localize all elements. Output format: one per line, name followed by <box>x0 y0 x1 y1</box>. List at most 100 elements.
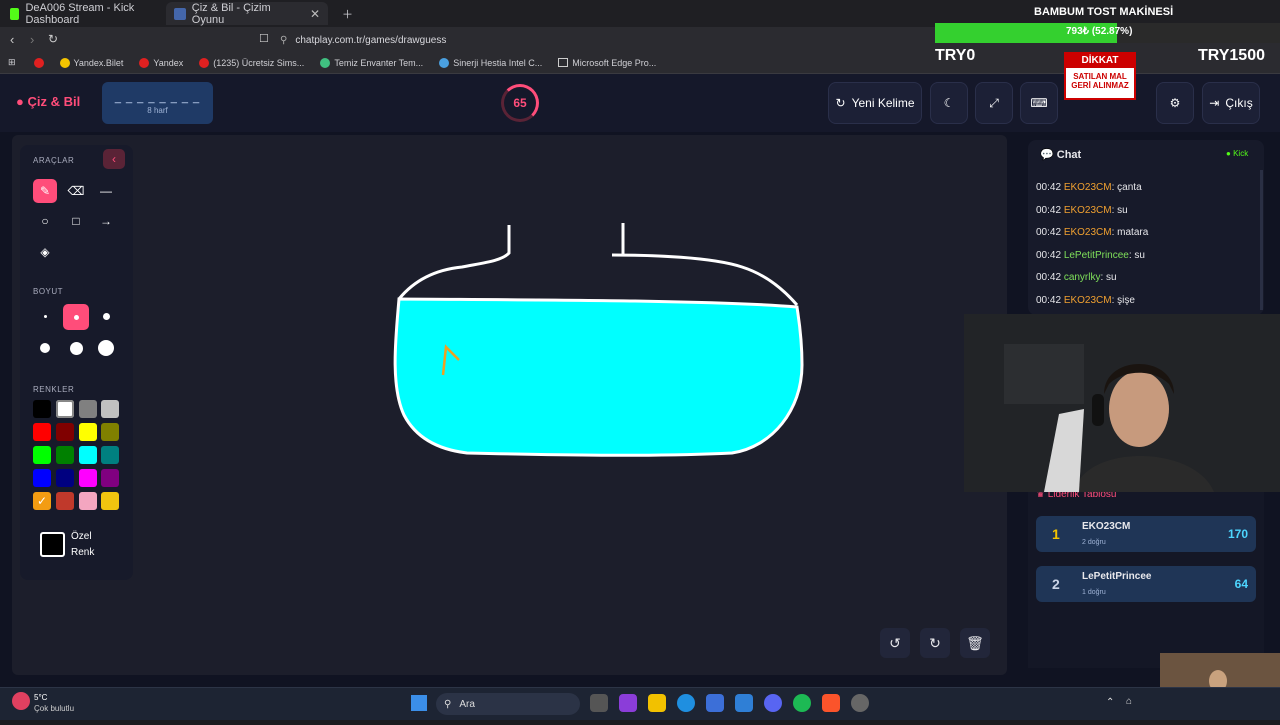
color-swatch[interactable] <box>101 492 119 510</box>
chat-user[interactable]: EKO23CM <box>1064 205 1112 216</box>
arrow-tool[interactable]: → <box>94 209 118 233</box>
close-tab-icon[interactable]: ✕ <box>310 7 320 21</box>
line-tool[interactable]: — <box>94 179 118 203</box>
tab-draw-game[interactable]: Çiz & Bil - Çizim Oyunu ✕ <box>166 2 328 26</box>
chat-scrollbar[interactable] <box>1260 170 1263 310</box>
discord-icon[interactable] <box>764 694 782 712</box>
dot-icon <box>40 343 50 353</box>
drawing-left-handle <box>397 225 511 300</box>
back-icon[interactable]: ‹ <box>10 32 14 47</box>
clear-button[interactable]: 🗑 <box>960 628 990 658</box>
color-swatch[interactable] <box>33 469 51 487</box>
chat-text: : su <box>1128 249 1145 261</box>
undo-button[interactable]: ↺ <box>880 628 910 658</box>
taskbar-search[interactable]: ⚲ Ara <box>436 693 580 715</box>
size-5[interactable] <box>64 336 88 360</box>
custom-color-swatch[interactable] <box>40 532 65 557</box>
color-swatch[interactable] <box>56 400 74 418</box>
color-swatch[interactable] <box>101 400 119 418</box>
exit-button[interactable]: ⇥ Çıkış <box>1202 82 1260 124</box>
new-tab-button[interactable]: ＋ <box>334 2 361 25</box>
copilot-icon[interactable] <box>619 694 637 712</box>
color-swatch[interactable] <box>56 492 74 510</box>
color-swatch[interactable] <box>56 423 74 441</box>
chat-user[interactable]: EKO23CM <box>1064 295 1112 306</box>
chat-user[interactable]: canyrlky <box>1064 272 1101 283</box>
rectangle-tool[interactable]: □ <box>64 209 88 233</box>
size-4[interactable] <box>33 336 57 360</box>
brush-tool[interactable]: ✎ <box>33 179 57 203</box>
task-view-icon[interactable] <box>590 694 608 712</box>
mail-icon[interactable] <box>735 694 753 712</box>
bookmark-edge[interactable]: Microsoft Edge Pro... <box>558 58 656 68</box>
drawing-canvas[interactable] <box>12 135 1007 675</box>
color-swatch[interactable] <box>79 469 97 487</box>
bookmark-icon[interactable]: ☐ <box>259 32 269 45</box>
chat-message: 00:42 EKO23CM: matara <box>1036 227 1148 238</box>
undo-icon: ↺ <box>889 634 901 651</box>
size-3[interactable] <box>94 304 118 328</box>
bookmark-yandex-bilet[interactable]: Yandex.Bilet <box>59 57 123 68</box>
keyboard-icon: ⌨ <box>1030 96 1048 110</box>
folder-icon <box>558 58 569 67</box>
redo-button[interactable]: ↻ <box>920 628 950 658</box>
color-swatch[interactable] <box>33 446 51 464</box>
weather-temp: 5°C <box>34 693 48 702</box>
keyboard-button[interactable]: ⌨ <box>1020 82 1058 124</box>
bookmark-sinerji[interactable]: Sinerji Hestia Intel C... <box>439 57 542 68</box>
new-word-button[interactable]: ↻ Yeni Kelime <box>828 82 922 124</box>
collapse-button[interactable]: ‹ <box>103 149 125 169</box>
url-field[interactable]: ⚲ chatplay.com.tr/games/drawguess <box>280 30 940 50</box>
circle-tool[interactable]: ○ <box>33 209 57 233</box>
bookmark-sims[interactable]: (1235) Ücretsiz Sims... <box>199 57 304 68</box>
settings-button[interactable]: ⚙ <box>1156 82 1194 124</box>
reload-icon[interactable]: ↻ <box>48 32 58 46</box>
goal-min: TRY0 <box>935 47 976 64</box>
apps-icon[interactable]: ⊞ <box>8 57 16 68</box>
chat-user[interactable]: EKO23CM <box>1064 227 1112 238</box>
color-swatch[interactable] <box>56 446 74 464</box>
tray-chevron-icon[interactable]: ⌃ <box>1106 697 1114 708</box>
color-swatch[interactable] <box>101 469 119 487</box>
store-icon[interactable] <box>706 694 724 712</box>
bookmark-youtube[interactable] <box>33 57 44 68</box>
color-swatch[interactable]: ✓ <box>33 492 51 510</box>
eraser-tool[interactable]: ⌫ <box>64 179 88 203</box>
tab-kick-dashboard[interactable]: DeA006 Stream - Kick Dashboard <box>2 2 164 26</box>
color-swatch[interactable] <box>79 492 97 510</box>
windows-start-icon[interactable] <box>411 695 427 711</box>
size-6[interactable] <box>94 336 118 360</box>
obs-icon[interactable] <box>851 694 869 712</box>
edge-icon[interactable] <box>677 694 695 712</box>
color-swatch[interactable] <box>56 469 74 487</box>
chat-user[interactable]: LePetitPrincee <box>1064 250 1129 261</box>
leader-row: 1 EKO23CM 2 doğru 170 <box>1036 516 1256 552</box>
site-info-icon[interactable]: ⚲ <box>280 35 287 46</box>
color-swatch[interactable] <box>33 423 51 441</box>
spotify-icon[interactable] <box>793 694 811 712</box>
forward-icon[interactable]: › <box>30 32 34 47</box>
color-swatch[interactable] <box>79 423 97 441</box>
size-1[interactable] <box>33 304 57 328</box>
fullscreen-button[interactable]: ⤢ <box>975 82 1013 124</box>
file-explorer-icon[interactable] <box>648 694 666 712</box>
tray-network-icon[interactable]: ⌂ <box>1126 696 1132 707</box>
color-swatch[interactable] <box>79 446 97 464</box>
bookmark-envanter[interactable]: Temiz Envanter Tem... <box>320 57 423 68</box>
chat-text: : çanta <box>1111 182 1142 193</box>
chat-message: 00:42 EKO23CM: su <box>1036 205 1128 216</box>
drawing-fill <box>395 299 802 456</box>
color-swatch[interactable] <box>101 446 119 464</box>
word-hint: 8 harf <box>147 106 168 115</box>
theme-button[interactable]: ☾ <box>930 82 968 124</box>
color-swatch[interactable] <box>33 400 51 418</box>
app-logo[interactable]: ● Çiz & Bil <box>16 94 80 109</box>
bookmark-yandex[interactable]: Yandex <box>139 57 183 68</box>
chat-user[interactable]: EKO23CM <box>1064 182 1112 193</box>
custom-color-label[interactable]: Özel Renk <box>71 529 94 561</box>
color-swatch[interactable] <box>101 423 119 441</box>
fill-tool[interactable]: ◈ <box>33 240 57 264</box>
brave-icon[interactable] <box>822 694 840 712</box>
color-swatch[interactable] <box>79 400 97 418</box>
size-2[interactable] <box>63 304 89 330</box>
